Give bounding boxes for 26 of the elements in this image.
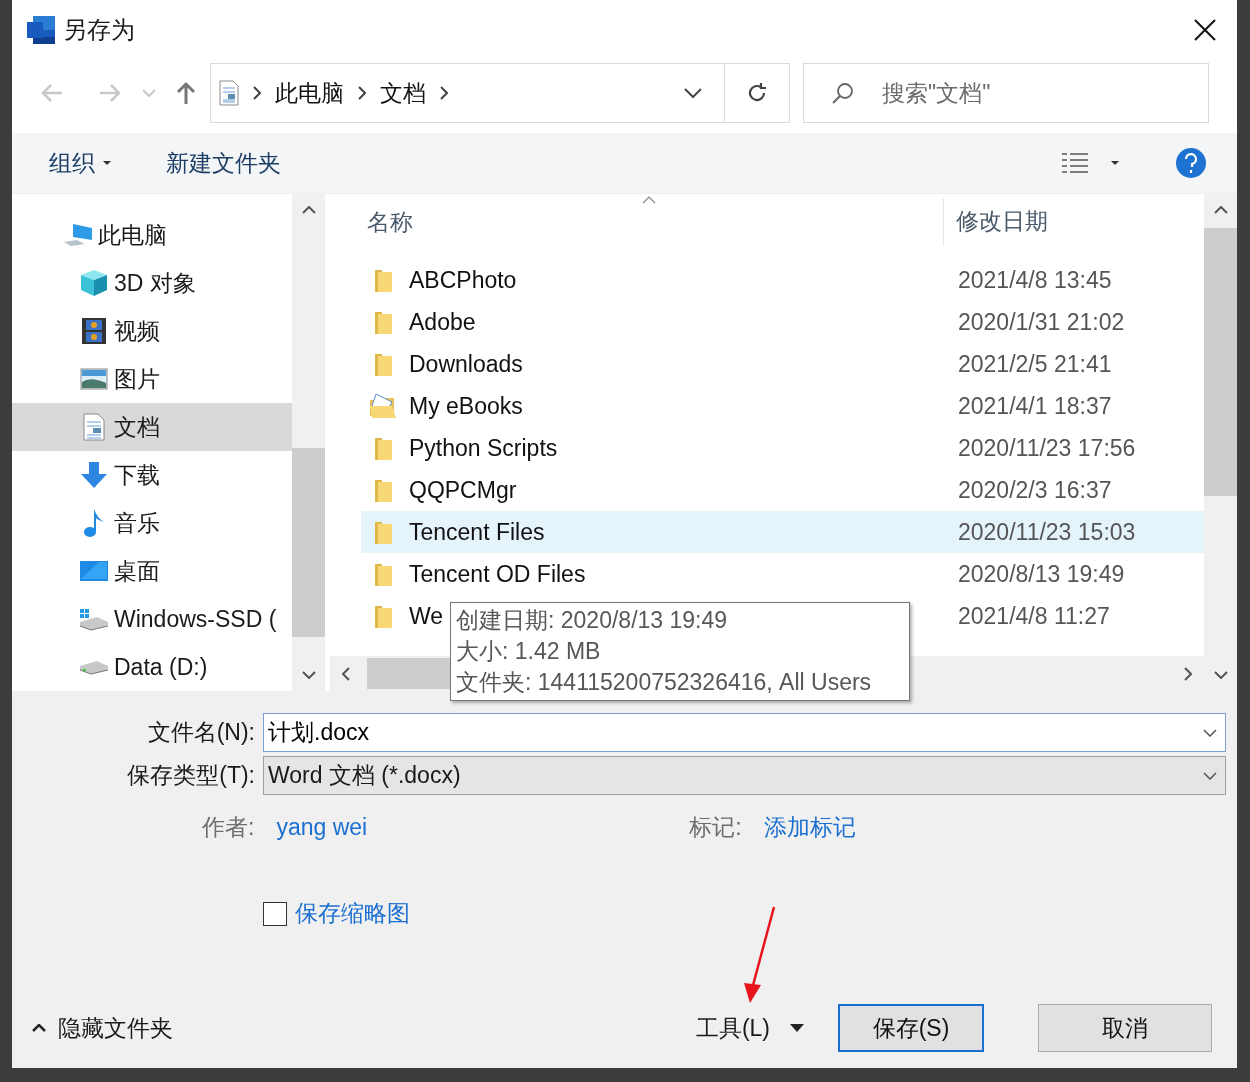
file-name: Python Scripts (409, 434, 558, 462)
modified-date: 2020/11/23 15:03 (958, 518, 1137, 546)
file-name: Adobe (409, 308, 476, 336)
tooltip-line: 创建日期: 2020/8/13 19:49 (456, 606, 729, 635)
file-name: My eBooks (409, 392, 523, 420)
modified-date: 2021/4/1 18:37 (958, 392, 1113, 420)
tooltip-line: 大小: 1.42 MB (456, 637, 602, 666)
file-name: We (409, 602, 444, 630)
modified-date: 2020/2/3 16:37 (958, 476, 1113, 504)
modified-date: 2020/11/23 17:56 (958, 434, 1137, 462)
window-title: 另存为 (63, 15, 135, 45)
file-name: QQPCMgr (409, 476, 517, 504)
file-name: ABCPhoto (409, 266, 517, 294)
author-label: 作者: (202, 813, 255, 842)
modified-date: 2021/2/5 21:41 (958, 350, 1113, 378)
modified-date: 2021/4/8 11:27 (958, 602, 1111, 630)
modified-date: 2020/1/31 21:02 (958, 308, 1126, 336)
field-label: 保存类型(T): (126, 761, 255, 790)
file-name: Tencent OD Files (409, 560, 586, 588)
modified-date: 2021/4/8 13:45 (958, 266, 1113, 294)
tooltip-line: 文件夹: 144115200752326416, All Users (456, 668, 873, 697)
modified-date: 2020/8/13 19:49 (958, 560, 1126, 588)
field-label: 文件名(N): (146, 718, 255, 747)
file-name: Tencent Files (409, 518, 545, 546)
tags-label: 标记: (689, 813, 742, 842)
file-name: Downloads (409, 350, 523, 378)
